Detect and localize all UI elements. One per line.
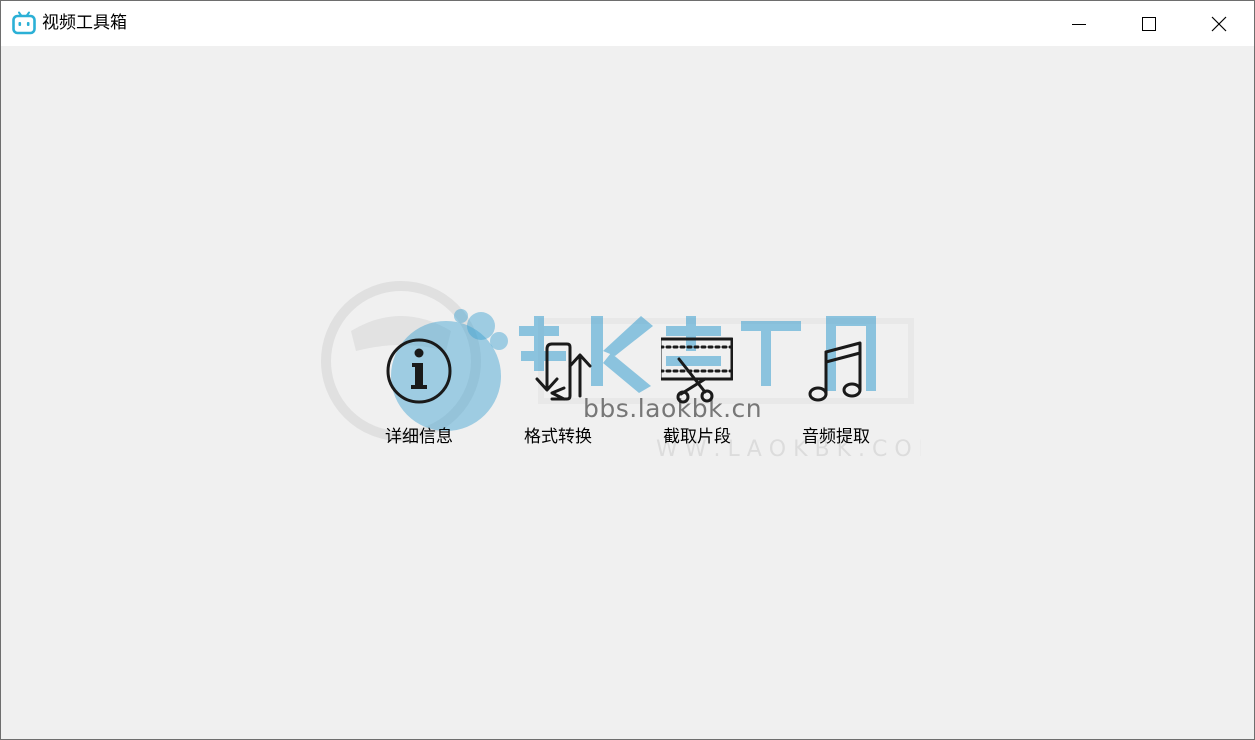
close-button[interactable] [1184, 1, 1254, 46]
tool-label-details: 详细信息 [385, 427, 453, 447]
minimize-icon [1072, 23, 1086, 25]
film-cut-icon [661, 337, 733, 404]
bilibili-tv-icon [12, 11, 36, 35]
tool-convert-button[interactable]: 格式转换 [503, 334, 613, 454]
tool-label-cut: 截取片段 [663, 427, 731, 447]
convert-arrows-icon [535, 342, 592, 401]
app-window: 视频工具箱 W W . L A O K B K . C O M bbs.laok… [0, 0, 1255, 740]
title-bar[interactable]: 视频工具箱 [1, 1, 1254, 46]
maximize-icon [1142, 16, 1156, 31]
music-note-icon [808, 341, 862, 402]
tool-details-button[interactable]: 详细信息 [364, 334, 474, 454]
maximize-button[interactable] [1114, 1, 1184, 46]
tool-cut-button[interactable]: 截取片段 [642, 334, 752, 454]
tool-label-audio: 音频提取 [802, 427, 870, 447]
window-title: 视频工具箱 [42, 13, 127, 33]
tool-audio-button[interactable]: 音频提取 [781, 334, 891, 454]
info-icon [386, 338, 452, 404]
tool-label-convert: 格式转换 [524, 427, 592, 447]
minimize-button[interactable] [1044, 1, 1114, 46]
close-icon [1211, 16, 1227, 31]
